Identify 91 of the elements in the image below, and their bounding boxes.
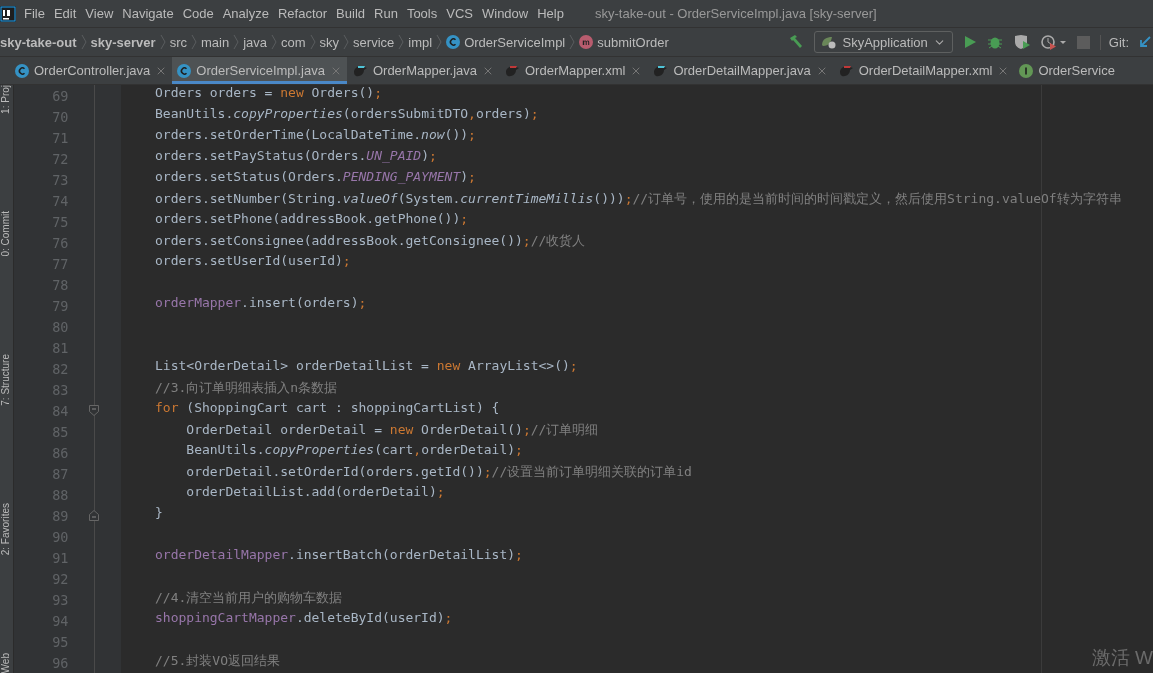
chevron-separator-icon [191,34,197,50]
menu-item[interactable]: Run [374,6,398,21]
code-line: //5.封装VO返回结果 [155,652,280,670]
code-line: orderDetailMapper.insertBatch(orderDetailList); [155,547,523,564]
code-line: orders.setStatus(Orders.PENDING_PAYMENT); [155,169,476,186]
bird-icon [837,63,854,78]
code-line: for (ShoppingCart cart : shoppingCartList) { [155,400,500,417]
code-line: BeanUtils.copyProperties(ordersSubmitDTO,orders); [155,106,539,123]
coverage-icon[interactable] [1012,34,1031,50]
leaf-icon [821,35,838,49]
fold-marker-icon[interactable] [88,510,99,521]
breadcrumb-item[interactable]: OrderServiceImpl [446,34,566,50]
editor-tab[interactable]: OrderMapper.xml [499,57,648,84]
code-line: Orders orders = new Orders(); [155,85,382,102]
method-icon [579,35,594,49]
menu-item[interactable]: File [24,6,45,21]
chevron-separator-icon [309,34,316,50]
bird-icon [652,63,669,78]
window-title: sky-take-out - OrderServiceImpl.java [sky-server] [594,6,877,21]
code-line: orderDetail.setOrderId(orders.getId());//设置当前订单明细关联的订单id [185,463,692,481]
breadcrumb-item[interactable]: src [169,34,187,50]
code-line: } [155,505,163,522]
git-label: Git: [1099,34,1129,50]
code-line: orders.setPayStatus(Orders.UN_PAID); [155,148,437,165]
code-line: orders.setNumber(String.valueOf(System.currentTimeMillis()));//订单号，使用的是当前时间的时间戳定义，然后使用String.valueOf转为字符串 [155,190,1122,208]
breadcrumb-item[interactable]: sky [319,34,340,50]
run-configuration-dropdown[interactable]: SkyApplication [814,31,953,53]
code-line: orderDetailList.add(orderDetail); [185,484,445,501]
bird-icon [351,63,368,78]
menu-item[interactable]: View [85,6,114,21]
breadcrumb-item[interactable]: sky-take-out [0,34,77,50]
menu-item[interactable]: Analyze [222,6,269,21]
fold-marker-icon[interactable] [88,405,99,416]
code-line: OrderDetail orderDetail = new OrderDetail();//订单明细 [185,421,599,439]
menu-item[interactable]: Code [182,6,214,21]
activation-notice: 激活 W [1091,646,1153,670]
chevron-separator-icon [271,34,278,50]
code-line: BeanUtils.copyProperties(cart,orderDetail); [185,442,523,459]
tool-window-label[interactable]: Web [0,652,13,673]
menu-item[interactable]: Edit [53,6,77,21]
chevron-separator-icon [569,34,576,50]
editor-tab[interactable]: OrderMapper.java [346,57,499,84]
code-line: orders.setUserId(userId); [155,253,351,270]
breadcrumb-item[interactable]: com [281,34,306,50]
interface-icon [1019,63,1034,78]
arrow-icon[interactable] [1139,35,1151,49]
chevron-separator-icon [233,34,240,50]
chevron-separator-icon [159,34,166,50]
code-line: orders.setOrderTime(LocalDateTime.now()); [155,127,476,144]
tool-window-label[interactable]: 0: Commit [0,211,13,257]
breadcrumb-item[interactable]: impl [408,34,433,50]
breadcrumb-item[interactable]: java [243,34,268,50]
editor-tab[interactable]: OrderDetailMapper.xml [832,57,1015,84]
menu-item[interactable]: Refactor [277,6,328,21]
menu-item[interactable]: VCS [446,6,473,21]
breadcrumb-item[interactable]: sky-server [90,34,156,50]
profiler-icon[interactable] [1040,34,1067,50]
editor-tab[interactable]: OrderDetailMapper.java [647,57,833,84]
code-line: //3.向订单明细表插入n条数据 [155,379,338,397]
code-line: orders.setConsignee(addressBook.getConsignee());//收货人 [155,232,586,250]
chevron-separator-icon [80,34,87,50]
stop-icon[interactable] [1076,35,1090,49]
class-icon [15,63,29,78]
menu-item[interactable]: Tools [406,6,438,21]
editor-tab[interactable]: OrderService [1014,57,1120,84]
chevron-separator-icon [343,34,350,50]
breadcrumb-item[interactable]: service [353,34,395,50]
tool-window-label[interactable]: 1: Proj [0,85,13,114]
code-line: shoppingCartMapper.deleteById(userId); [155,610,453,627]
editor-tab[interactable]: OrderServiceImpl.java [172,57,347,84]
menu-item[interactable]: Help [537,6,564,21]
editor-tab[interactable]: OrderController.java [10,57,173,84]
code-line: //4.清空当前用户的购物车数据 [155,589,343,607]
chevron-separator-icon [436,34,443,50]
code-line: orderMapper.insert(orders); [155,295,367,312]
breadcrumb-item[interactable]: main [201,34,230,50]
tool-window-label[interactable]: 7: Structure [0,354,13,406]
menu-item[interactable]: Navigate [122,6,174,21]
code-line: orders.setPhone(addressBook.getPhone()); [155,211,469,228]
breadcrumb-item[interactable]: submitOrder [579,34,669,50]
class-icon [177,63,192,78]
menu-item[interactable]: Build [336,6,365,21]
chevron-separator-icon [398,34,405,50]
app-logo-icon [0,5,16,22]
menu-item[interactable]: Window [481,6,529,21]
bird-icon [504,63,520,78]
tool-window-label[interactable]: 2: Favorites [0,503,13,556]
code-line: List<OrderDetail> orderDetailList = new ArrayList<>(); [155,358,578,375]
hammer-icon[interactable] [788,34,805,50]
class-icon [446,35,461,49]
run-icon[interactable] [962,35,977,49]
